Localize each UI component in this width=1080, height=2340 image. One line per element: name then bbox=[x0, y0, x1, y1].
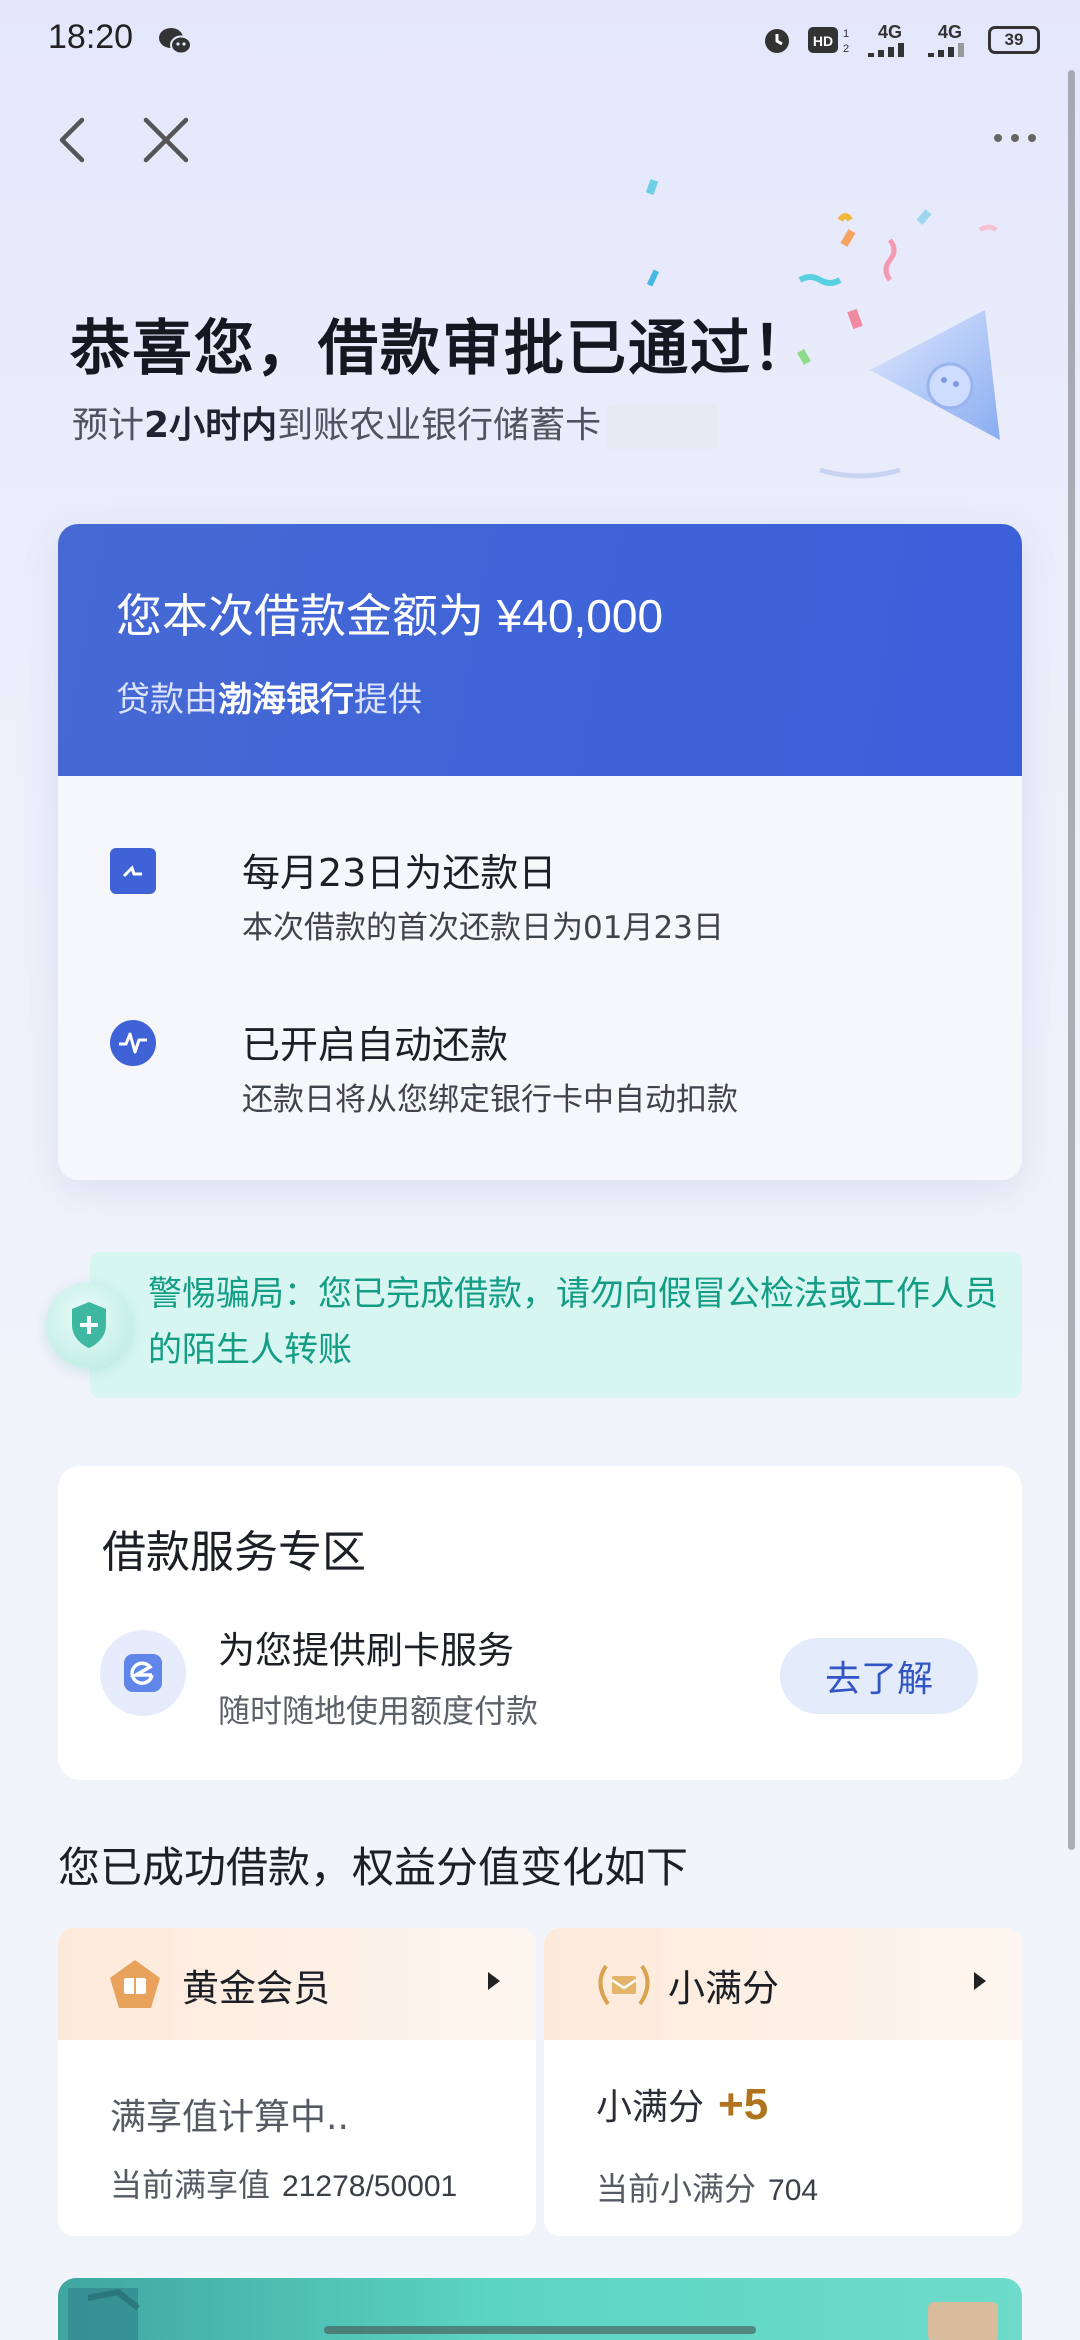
service-card bbox=[58, 1466, 1022, 1780]
gold-member-card[interactable]: 黄金会员 满享值计算中.. 当前满享值 21278/50001 bbox=[58, 1928, 536, 2236]
score-change-value: +5 bbox=[718, 2080, 769, 2129]
gold-current-label: 当前满享值 bbox=[110, 2166, 271, 2204]
gold-member-current: 当前满享值 21278/50001 bbox=[110, 2160, 457, 2206]
more-icon bbox=[994, 134, 1036, 142]
auto-repay-title: 已开启自动还款 bbox=[242, 1023, 509, 1067]
service-item-title: 为您提供刷卡服务 bbox=[218, 1629, 514, 1672]
home-indicator[interactable] bbox=[324, 2326, 756, 2334]
chevron-right-icon bbox=[488, 1972, 500, 1990]
arrival-time: 2小时内 bbox=[144, 405, 278, 446]
arrival-suffix: 到账农业银行储蓄卡 bbox=[277, 405, 602, 446]
hd-icon: HD 1 2 bbox=[808, 26, 849, 55]
score-change-label: 小满分 bbox=[596, 2087, 705, 2128]
wechat-icon bbox=[158, 26, 192, 56]
repay-day-title: 每月23日为还款日 bbox=[242, 851, 557, 895]
battery-icon: 39 bbox=[988, 25, 1040, 54]
score-card[interactable]: 小满分 小满分 +5 当前小满分 704 bbox=[544, 1928, 1022, 2236]
close-icon bbox=[143, 117, 189, 163]
loan-card: 您本次借款金额为 ¥40,000 贷款由渤海银行提供 每月23日为还款日 本次借… bbox=[58, 524, 1022, 1180]
gold-member-status: 满享值计算中.. bbox=[110, 2097, 349, 2138]
loan-provider: 贷款由渤海银行提供 bbox=[116, 672, 1022, 721]
close-button[interactable] bbox=[138, 112, 194, 168]
chevron-right-icon bbox=[974, 1972, 986, 1990]
auto-repay-desc: 还款日将从您绑定银行卡中自动扣款 bbox=[242, 1082, 738, 1118]
score-change: 小满分 +5 bbox=[596, 2078, 768, 2130]
service-item-desc: 随时随地使用额度付款 bbox=[218, 1692, 539, 1730]
masked-card-number bbox=[607, 405, 718, 449]
shield-icon bbox=[46, 1282, 132, 1368]
signal-1: 4G bbox=[868, 22, 912, 57]
gold-member-header[interactable]: 黄金会员 bbox=[58, 1928, 536, 2040]
loan-amount: 您本次借款金额为 ¥40,000 bbox=[116, 590, 664, 642]
alarm-icon bbox=[765, 28, 789, 53]
score-current-label: 当前小满分 bbox=[596, 2170, 757, 2208]
arrival-prefix: 预计 bbox=[72, 405, 145, 446]
laurel-icon bbox=[594, 1958, 650, 2010]
network-label: 4G bbox=[937, 22, 962, 42]
provider-prefix: 贷款由 bbox=[116, 680, 218, 720]
more-button[interactable] bbox=[990, 118, 1040, 158]
provider-bank: 渤海银行 bbox=[218, 680, 354, 720]
back-icon bbox=[59, 117, 85, 163]
score-current-value: 704 bbox=[768, 2174, 819, 2207]
repay-day-desc: 本次借款的首次还款日为01月23日 bbox=[242, 910, 724, 946]
svg-text:HD: HD bbox=[813, 33, 833, 49]
gold-member-name: 黄金会员 bbox=[182, 1967, 330, 2010]
status-time: 18:20 bbox=[48, 18, 134, 56]
signal-2: 4G bbox=[928, 22, 972, 57]
score-name: 小满分 bbox=[668, 1967, 779, 2010]
svg-text:2: 2 bbox=[843, 43, 849, 55]
card-service-icon bbox=[100, 1630, 186, 1716]
service-section-title: 借款服务专区 bbox=[102, 1527, 366, 1578]
fraud-warning-text: 警惕骗局：您已完成借款，请勿向假冒公检法或工作人员的陌生人转账 bbox=[148, 1274, 998, 1370]
gold-member-icon bbox=[108, 1958, 162, 2010]
signal-icon bbox=[868, 43, 904, 57]
status-indicators: HD 1 2 4G 4G 39 bbox=[762, 22, 1040, 57]
svg-text:1: 1 bbox=[843, 28, 849, 40]
rights-section-title: 您已成功借款，权益分值变化如下 bbox=[58, 1843, 689, 1892]
loan-card-header: 您本次借款金额为 ¥40,000 贷款由渤海银行提供 bbox=[58, 524, 1022, 776]
score-header[interactable]: 小满分 bbox=[544, 1928, 1022, 2040]
learn-more-button[interactable]: 去了解 bbox=[780, 1638, 978, 1714]
arrival-subtitle: 预计2小时内到账农业银行储蓄卡 bbox=[72, 396, 718, 449]
back-button[interactable] bbox=[52, 112, 92, 168]
signal-icon bbox=[928, 43, 964, 57]
gold-current-value: 21278/50001 bbox=[282, 2170, 458, 2203]
score-current: 当前小满分 704 bbox=[596, 2164, 818, 2210]
scrollbar[interactable] bbox=[1068, 70, 1075, 1850]
provider-suffix: 提供 bbox=[354, 680, 422, 720]
party-hat-icon bbox=[820, 180, 1050, 500]
calendar-icon bbox=[110, 848, 156, 894]
auto-repay-icon bbox=[110, 1020, 156, 1066]
page-title: 恭喜您，借款审批已通过！ bbox=[70, 314, 814, 384]
network-label: 4G bbox=[877, 22, 902, 42]
